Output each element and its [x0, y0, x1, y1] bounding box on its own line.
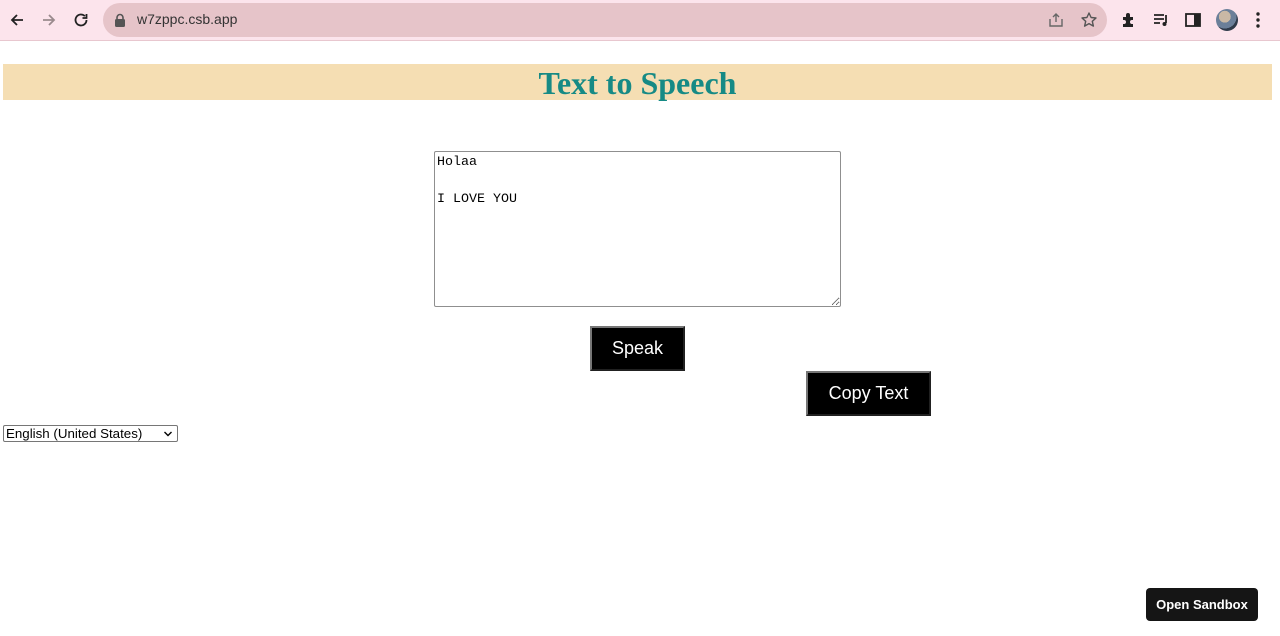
side-panel-icon[interactable] — [1183, 10, 1203, 30]
star-icon[interactable] — [1080, 11, 1098, 29]
reload-button[interactable] — [67, 6, 95, 34]
profile-avatar[interactable] — [1216, 9, 1238, 31]
kebab-menu-icon[interactable] — [1248, 10, 1268, 30]
speech-text-input[interactable]: Holaa I LOVE YOU — [434, 151, 841, 307]
back-arrow-icon — [10, 14, 23, 26]
chevron-down-icon — [164, 431, 172, 437]
url-text: w7zppc.csb.app — [137, 11, 238, 27]
forward-arrow-icon — [43, 14, 56, 26]
extensions-puzzle-icon[interactable] — [1119, 10, 1139, 30]
reload-icon — [74, 13, 88, 27]
copy-text-button[interactable]: Copy Text — [806, 371, 931, 416]
language-select[interactable]: English (United States) — [3, 425, 178, 442]
language-selected-value: English (United States) — [6, 426, 143, 441]
share-icon[interactable] — [1047, 11, 1065, 29]
address-bar[interactable]: w7zppc.csb.app — [103, 3, 1107, 37]
open-sandbox-button[interactable]: Open Sandbox — [1146, 588, 1258, 621]
back-button[interactable] — [3, 6, 31, 34]
browser-toolbar: w7zppc.csb.app — [0, 0, 1280, 41]
speak-button[interactable]: Speak — [590, 326, 685, 371]
page-title: Text to Speech — [538, 65, 737, 101]
lock-icon — [115, 13, 125, 27]
title-banner: Text to Speech — [3, 64, 1272, 101]
forward-button[interactable] — [35, 6, 63, 34]
media-queue-icon[interactable] — [1151, 10, 1171, 30]
